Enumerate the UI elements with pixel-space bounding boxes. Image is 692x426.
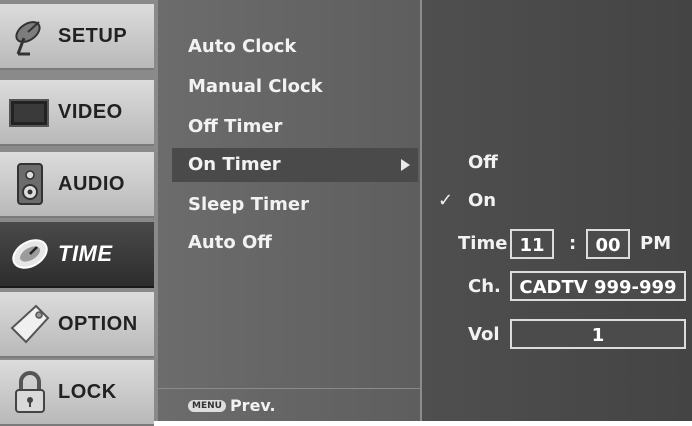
menu-item-label: On Timer [188, 154, 281, 175]
chevron-right-icon [401, 159, 410, 171]
time-label: Time [458, 233, 508, 254]
menu-item-label: Auto Clock [188, 36, 297, 57]
minute-field[interactable]: 00 [586, 229, 630, 259]
channel-field[interactable]: CADTV 999-999 [510, 271, 686, 301]
tab-label: SETUP [58, 24, 128, 47]
checkmark-icon: ✓ [438, 190, 454, 211]
ampm-label[interactable]: PM [640, 233, 671, 254]
prev-navigation[interactable]: MENU Prev. [158, 388, 420, 422]
tab-video[interactable]: VIDEO [0, 80, 154, 146]
tab-label: AUDIO [58, 172, 125, 195]
time-separator: : [569, 233, 577, 254]
tab-setup[interactable]: SETUP [0, 4, 154, 70]
volume-field[interactable]: 1 [510, 319, 686, 349]
tab-time[interactable]: TIME [0, 222, 154, 288]
on-timer-panel: Off ✓ On Time 11 : 00 PM Ch. CADTV 999-9… [420, 0, 692, 421]
volume-label: Vol [468, 324, 500, 345]
tag-icon [6, 300, 54, 348]
menu-item-manual-clock[interactable]: Manual Clock [188, 70, 323, 104]
menu-key-icon: MENU [188, 399, 226, 412]
tab-label: OPTION [58, 312, 138, 335]
menu-item-label: Sleep Timer [188, 194, 309, 215]
menu-item-on-timer[interactable]: On Timer [172, 148, 418, 182]
menu-item-label: Manual Clock [188, 76, 323, 97]
prev-label: Prev. [229, 396, 276, 415]
channel-label: Ch. [468, 276, 501, 297]
time-submenu: Auto Clock Manual Clock Off Timer On Tim… [158, 0, 420, 421]
menu-item-sleep-timer[interactable]: Sleep Timer [188, 188, 309, 222]
tab-option[interactable]: OPTION [0, 292, 154, 358]
padlock-icon [6, 368, 54, 416]
menu-item-auto-clock[interactable]: Auto Clock [188, 30, 296, 64]
menu-item-label: Off Timer [188, 116, 283, 137]
tab-label: VIDEO [58, 100, 123, 123]
menu-item-label: Auto Off [188, 232, 272, 253]
tab-label: TIME [58, 241, 113, 266]
clock-icon [6, 230, 54, 278]
option-off[interactable]: Off [468, 152, 498, 173]
tab-label: LOCK [58, 380, 117, 403]
tab-audio[interactable]: AUDIO [0, 152, 154, 218]
option-on[interactable]: On [468, 190, 496, 211]
satellite-dish-icon [6, 12, 54, 60]
menu-tab-column: SETUP VIDEO AUDIO TIME OPTION LOCK [0, 0, 158, 426]
tab-lock[interactable]: LOCK [0, 360, 154, 426]
hour-field[interactable]: 11 [510, 229, 554, 259]
speaker-icon [6, 160, 54, 208]
menu-item-off-timer[interactable]: Off Timer [188, 110, 282, 144]
tv-screen-icon [6, 88, 54, 136]
menu-item-auto-off[interactable]: Auto Off [188, 226, 272, 260]
